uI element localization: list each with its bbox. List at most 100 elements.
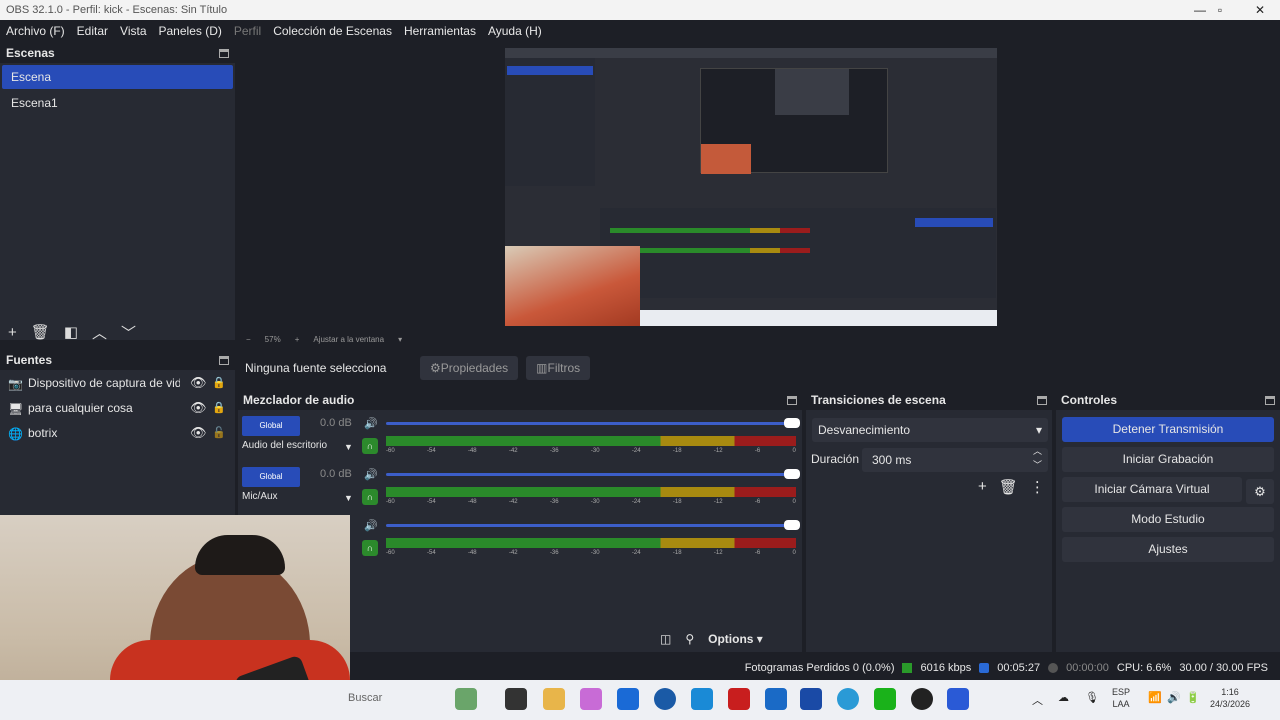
- chevron-down-icon[interactable]: ▼: [344, 493, 353, 503]
- menu-ayuda[interactable]: Ayuda (H): [488, 24, 542, 38]
- mcafee-icon[interactable]: [728, 688, 750, 710]
- volume-icon[interactable]: 🔊: [1167, 691, 1181, 704]
- eye-icon[interactable]: 👁: [190, 425, 207, 441]
- menu-vista[interactable]: Vista: [120, 24, 146, 38]
- add-icon[interactable]: +: [978, 478, 987, 496]
- menu-archivo[interactable]: Archivo (F): [6, 24, 65, 38]
- properties-button[interactable]: ⚙ Propiedades: [420, 356, 519, 380]
- trash-icon[interactable]: 🗑: [31, 323, 50, 341]
- move-up-icon[interactable]: ︿: [92, 322, 107, 343]
- file-explorer-icon[interactable]: [543, 688, 565, 710]
- lock-icon[interactable]: 🔓: [212, 426, 226, 439]
- filters-button[interactable]: ▥ Filtros: [526, 356, 591, 380]
- tick-label: -60: [386, 550, 395, 556]
- undock-icon[interactable]: [1265, 395, 1275, 405]
- title-bar: OBS 32.1.0 - Perfil: kick - Escenas: Sin…: [0, 0, 1280, 20]
- chevron-down-icon[interactable]: ▾: [398, 335, 402, 344]
- trash-icon[interactable]: 🗑: [999, 478, 1018, 496]
- lock-icon[interactable]: 🔒: [212, 401, 226, 414]
- menu-perfil[interactable]: Perfil: [234, 24, 261, 38]
- duration-input[interactable]: 300 ms ︿ ﹀: [862, 446, 1048, 472]
- slider-handle[interactable]: [784, 469, 800, 479]
- speaker-icon[interactable]: 🔊: [364, 417, 378, 430]
- lock-icon[interactable]: 🔒: [212, 376, 226, 389]
- tick-label: -36: [549, 499, 559, 505]
- global-badge[interactable]: Global: [242, 467, 300, 487]
- undock-icon[interactable]: [787, 395, 797, 405]
- fit-select[interactable]: Ajustar a la ventana: [313, 335, 384, 344]
- word-icon[interactable]: [800, 688, 822, 710]
- undock-icon[interactable]: [219, 355, 229, 365]
- scene-item-escena1[interactable]: Escena1: [2, 91, 233, 115]
- spinner-icon[interactable]: ︿ ﹀: [1033, 444, 1042, 472]
- global-badge[interactable]: Global: [242, 416, 300, 436]
- app-icon[interactable]: [947, 688, 969, 710]
- clock[interactable]: 1:16 24/3/2026: [1210, 686, 1250, 710]
- store-icon[interactable]: [617, 688, 639, 710]
- speaker-icon[interactable]: 🔊: [364, 468, 378, 481]
- zoom-out-icon[interactable]: −: [246, 335, 251, 344]
- add-icon[interactable]: +: [8, 324, 17, 341]
- link-icon[interactable]: ⚲: [685, 632, 694, 646]
- volume-slider[interactable]: [386, 520, 800, 530]
- source-item[interactable]: 🌐 botrix 👁 🔓: [0, 420, 235, 445]
- filter-icon: ▥: [536, 361, 548, 375]
- obs-icon[interactable]: [911, 688, 933, 710]
- undock-icon[interactable]: [219, 48, 229, 58]
- eye-icon[interactable]: 👁: [190, 375, 207, 391]
- menu-paneles[interactable]: Paneles (D): [159, 24, 222, 38]
- menu-editar[interactable]: Editar: [77, 24, 108, 38]
- transition-select[interactable]: Desvanecimiento ▾: [812, 418, 1048, 442]
- close-button[interactable]: ✕: [1240, 0, 1280, 20]
- preview-canvas[interactable]: [505, 48, 997, 326]
- menu-coleccion[interactable]: Colección de Escenas: [273, 24, 392, 38]
- channel-name: Mic/Aux: [242, 491, 278, 502]
- scenes-header: Escenas: [0, 43, 235, 63]
- filter-icon[interactable]: ◧: [64, 323, 78, 341]
- virtual-camera-button[interactable]: Iniciar Cámara Virtual: [1062, 477, 1242, 502]
- speaker-icon[interactable]: 🔊: [364, 519, 378, 532]
- battery-icon[interactable]: 🔋: [1186, 691, 1200, 704]
- settings-button[interactable]: Ajustes: [1062, 537, 1274, 562]
- move-down-icon[interactable]: ﹀: [121, 322, 136, 343]
- tick-label: -30: [590, 550, 600, 556]
- phone-link-icon[interactable]: [691, 688, 713, 710]
- source-item[interactable]: 🖥 para cualquier cosa 👁 🔒: [0, 395, 235, 420]
- wifi-icon[interactable]: 📶: [1148, 691, 1162, 704]
- edge-icon[interactable]: [837, 688, 859, 710]
- maximize-button[interactable]: ▫: [1200, 0, 1240, 20]
- studio-mode-button[interactable]: Modo Estudio: [1062, 507, 1274, 532]
- volume-slider[interactable]: [386, 418, 800, 428]
- more-icon[interactable]: ⋮: [1030, 478, 1045, 496]
- taskbar-search[interactable]: Buscar: [348, 692, 382, 704]
- source-item[interactable]: 📷 Dispositivo de captura de video 👁 🔒: [0, 370, 235, 395]
- kick-icon[interactable]: [874, 688, 896, 710]
- headphones-icon[interactable]: ∩: [362, 540, 378, 556]
- start-recording-button[interactable]: Iniciar Grabación: [1062, 447, 1274, 472]
- hp-icon[interactable]: [654, 688, 676, 710]
- slider-handle[interactable]: [784, 520, 800, 530]
- chevron-down-icon[interactable]: ▼: [344, 442, 353, 452]
- language-indicator[interactable]: ESP LAA: [1112, 686, 1130, 710]
- widgets-icon[interactable]: [455, 688, 477, 710]
- options-button[interactable]: Options ▾: [708, 632, 763, 646]
- slider-handle[interactable]: [784, 418, 800, 428]
- scene-item-escena[interactable]: Escena: [2, 65, 233, 89]
- copilot-icon[interactable]: [580, 688, 602, 710]
- menu-herramientas[interactable]: Herramientas: [404, 24, 476, 38]
- outlook-icon[interactable]: [765, 688, 787, 710]
- chevron-up-icon[interactable]: ︿: [1032, 692, 1043, 708]
- task-view-icon[interactable]: [505, 688, 527, 710]
- undock-icon[interactable]: [1037, 395, 1047, 405]
- eye-icon[interactable]: 👁: [190, 400, 207, 416]
- onedrive-icon[interactable]: ☁: [1058, 691, 1069, 704]
- gear-icon[interactable]: ⚙: [1246, 479, 1274, 504]
- layout-icon[interactable]: ◫: [660, 632, 671, 646]
- headphones-icon[interactable]: ∩: [362, 489, 378, 505]
- volume-slider[interactable]: [386, 469, 800, 479]
- zoom-in-icon[interactable]: +: [295, 335, 300, 344]
- mic-icon[interactable]: 🎙: [1085, 691, 1099, 704]
- stop-stream-button[interactable]: Detener Transmisión: [1062, 417, 1274, 442]
- cpu-usage: CPU: 6.6%: [1116, 662, 1172, 674]
- headphones-icon[interactable]: ∩: [362, 438, 378, 454]
